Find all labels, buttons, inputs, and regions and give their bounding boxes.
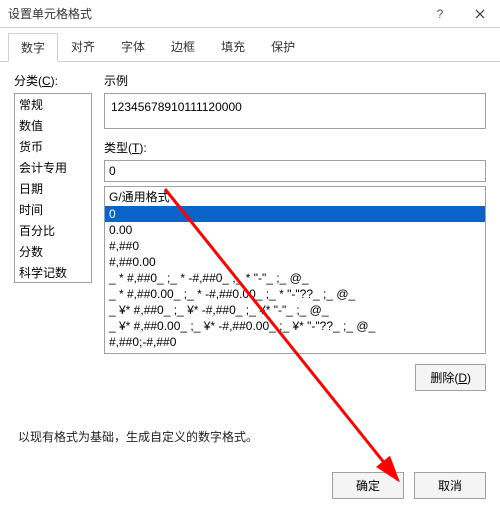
format-item[interactable]: #,##0.00 <box>105 254 485 270</box>
sample-box: 12345678910111120000 <box>104 93 486 129</box>
category-list[interactable]: 常规 数值 货币 会计专用 日期 时间 百分比 分数 科学记数 文本 特殊 自定… <box>14 93 92 283</box>
category-item[interactable]: 数值 <box>15 115 91 136</box>
format-item[interactable]: G/通用格式 <box>105 187 485 206</box>
tab-border[interactable]: 边框 <box>158 32 208 61</box>
type-input[interactable] <box>104 160 486 182</box>
tab-protect[interactable]: 保护 <box>258 32 308 61</box>
format-item[interactable]: 0.00 <box>105 222 485 238</box>
format-item-selected[interactable]: 0 <box>105 206 485 222</box>
category-item[interactable]: 百分比 <box>15 220 91 241</box>
sample-label: 示例 <box>104 72 486 89</box>
format-item[interactable]: _ * #,##0.00_ ;_ * -#,##0.00_ ;_ * "-"??… <box>105 286 485 302</box>
dialog-body: 分类(C): 常规 数值 货币 会计专用 日期 时间 百分比 分数 科学记数 文… <box>0 62 500 432</box>
format-item[interactable]: _ ¥* #,##0.00_ ;_ ¥* -#,##0.00_ ;_ ¥* "-… <box>105 318 485 334</box>
tab-fill[interactable]: 填充 <box>208 32 258 61</box>
category-item[interactable]: 分数 <box>15 241 91 262</box>
format-list[interactable]: G/通用格式 0 0.00 #,##0 #,##0.00 _ * #,##0_ … <box>104 186 486 354</box>
category-label: 分类(C): <box>14 72 92 89</box>
tabs: 数字 对齐 字体 边框 填充 保护 <box>0 28 500 62</box>
category-panel: 分类(C): 常规 数值 货币 会计专用 日期 时间 百分比 分数 科学记数 文… <box>14 72 92 422</box>
tab-number[interactable]: 数字 <box>8 33 58 62</box>
window-title: 设置单元格格式 <box>8 5 420 22</box>
sample-value: 12345678910111120000 <box>111 100 242 114</box>
category-item[interactable]: 科学记数 <box>15 262 91 283</box>
format-item[interactable]: #,##0 <box>105 238 485 254</box>
category-item[interactable]: 货币 <box>15 136 91 157</box>
category-item[interactable]: 常规 <box>15 94 91 115</box>
format-item[interactable]: #,##0;[红色]-#,##0 <box>105 350 485 354</box>
help-button[interactable]: ? <box>420 0 460 28</box>
cancel-button[interactable]: 取消 <box>414 472 486 499</box>
category-item[interactable]: 会计专用 <box>15 157 91 178</box>
settings-panel: 示例 12345678910111120000 类型(T): G/通用格式 0 … <box>104 72 486 422</box>
type-label: 类型(T): <box>104 139 486 156</box>
footer-buttons: 确定 取消 <box>332 472 486 499</box>
category-item[interactable]: 时间 <box>15 199 91 220</box>
category-item[interactable]: 日期 <box>15 178 91 199</box>
hint-text: 以现有格式为基础，生成自定义的数字格式。 <box>18 428 258 445</box>
titlebar: 设置单元格格式 ? <box>0 0 500 28</box>
close-icon <box>475 9 485 19</box>
ok-button[interactable]: 确定 <box>332 472 404 499</box>
tab-font[interactable]: 字体 <box>108 32 158 61</box>
close-button[interactable] <box>460 0 500 28</box>
window-buttons: ? <box>420 0 500 28</box>
format-item[interactable]: _ ¥* #,##0_ ;_ ¥* -#,##0_ ;_ ¥* "-"_ ;_ … <box>105 302 485 318</box>
delete-button[interactable]: 删除(D) <box>415 364 486 391</box>
format-item[interactable]: _ * #,##0_ ;_ * -#,##0_ ;_ * "-"_ ;_ @_ <box>105 270 485 286</box>
tab-align[interactable]: 对齐 <box>58 32 108 61</box>
delete-row: 删除(D) <box>104 364 486 391</box>
format-item[interactable]: #,##0;-#,##0 <box>105 334 485 350</box>
